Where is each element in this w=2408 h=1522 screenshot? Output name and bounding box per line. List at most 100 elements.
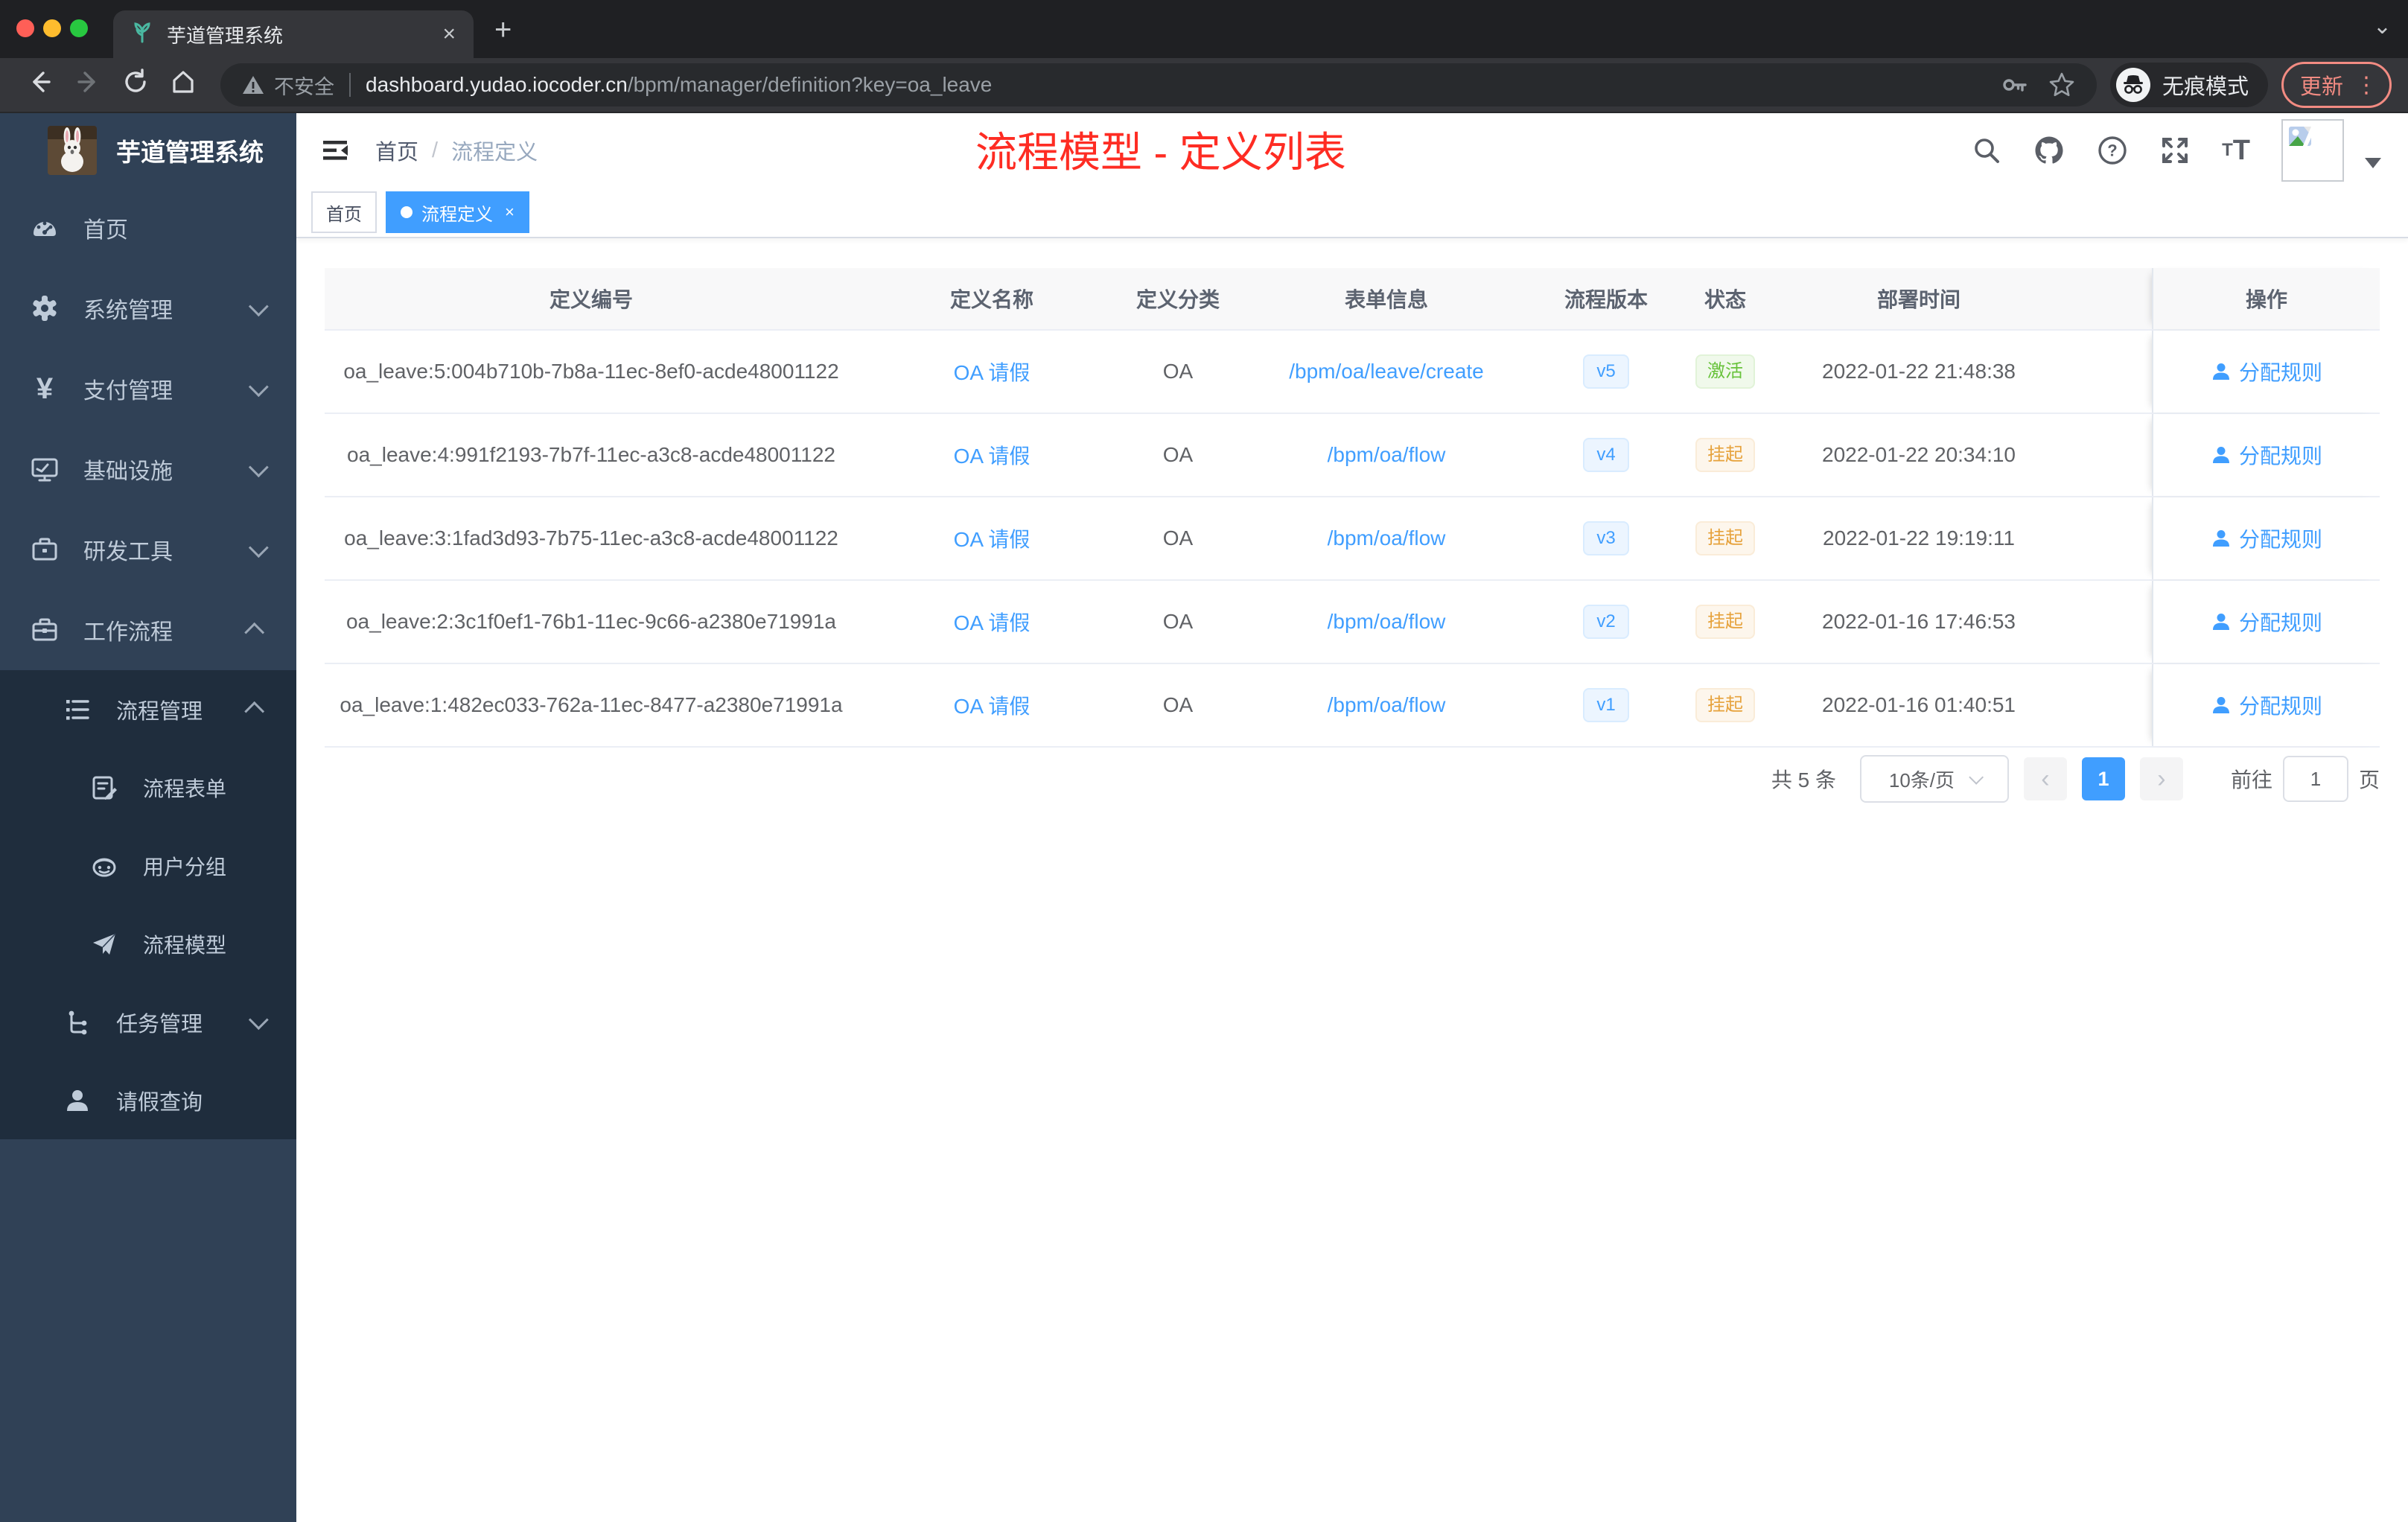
fullscreen-icon[interactable] — [2159, 135, 2191, 166]
version-badge: v2 — [1583, 605, 1629, 639]
navbar-actions: ? TT — [1940, 113, 2381, 188]
forward-icon[interactable] — [64, 69, 112, 102]
form-link[interactable]: /bpm/oa/leave/create — [1289, 360, 1484, 383]
sidebar-item-label: 支付管理 — [83, 379, 173, 404]
sidebar-collapse-icon[interactable] — [320, 136, 350, 165]
goto-page-input[interactable] — [2282, 756, 2348, 802]
form-link[interactable]: /bpm/oa/flow — [1328, 526, 1446, 550]
github-icon[interactable] — [2033, 134, 2065, 167]
goto-label: 前往 — [2230, 768, 2272, 792]
search-icon[interactable] — [1972, 136, 2001, 165]
chevron-down-icon — [248, 537, 269, 558]
sidebar-item-payment[interactable]: ¥ 支付管理 — [0, 348, 296, 429]
assign-rule-button[interactable]: 分配规则 — [2211, 440, 2322, 470]
sidebar-item-label: 首页 — [83, 218, 128, 243]
sidebar-item-label: 工作流程 — [83, 620, 173, 645]
definition-name-link[interactable]: OA 请假 — [954, 357, 1031, 386]
assign-rule-button[interactable]: 分配规则 — [2211, 607, 2322, 637]
new-tab-button[interactable]: + — [494, 15, 512, 45]
assign-rule-button[interactable]: 分配规则 — [2211, 523, 2322, 553]
incognito-badge: 无痕模式 — [2109, 63, 2268, 107]
sidebar-item-task-management[interactable]: 任务管理 — [0, 983, 296, 1061]
tag-home[interactable]: 首页 — [311, 191, 377, 233]
annotation-title: 流程模型 - 定义列表 — [975, 129, 1346, 176]
home-icon[interactable] — [159, 69, 207, 102]
definition-id: oa_leave:5:004b710b-7b8a-11ec-8ef0-acde4… — [343, 360, 839, 383]
address-field[interactable]: 不安全 dashboard.yudao.iocoder.cn /bpm/mana… — [220, 63, 2097, 106]
sidebar-item-infrastructure[interactable]: 基础设施 — [0, 429, 296, 509]
minimize-window-button[interactable] — [43, 19, 61, 37]
password-key-icon[interactable] — [2000, 71, 2028, 99]
chevron-down-icon — [248, 1010, 269, 1031]
version-badge: v4 — [1583, 438, 1629, 472]
sidebar-item-label: 研发工具 — [83, 540, 173, 564]
form-link[interactable]: /bpm/oa/flow — [1328, 693, 1446, 717]
sidebar-logo[interactable]: 芋道管理系统 — [0, 113, 296, 188]
table-body: oa_leave:5:004b710b-7b8a-11ec-8ef0-acde4… — [325, 331, 2380, 748]
sidebar-item-process-model[interactable]: 流程模型 — [0, 905, 296, 983]
sidebar-item-label: 请假查询 — [116, 1090, 203, 1115]
tag-label: 首页 — [326, 204, 362, 225]
sidebar-item-label: 流程管理 — [116, 699, 203, 724]
status-badge: 激活 — [1695, 354, 1755, 389]
sidebar-item-label: 任务管理 — [116, 1012, 203, 1037]
sidebar-item-process-management[interactable]: 流程管理 — [0, 670, 296, 748]
send-icon — [89, 929, 119, 959]
sidebar-item-leave-query[interactable]: 请假查询 — [0, 1061, 296, 1139]
definition-name-link[interactable]: OA 请假 — [954, 607, 1031, 637]
tab-close-icon[interactable]: × — [442, 22, 456, 47]
url-path[interactable]: /bpm/manager/definition?key=oa_leave — [628, 73, 1981, 97]
sidebar: 芋道管理系统 首页 系统管理 ¥ 支付管理 基础设施 研发工具 工作流程 流程管… — [0, 113, 296, 1522]
table-row: oa_leave:1:482ec033-762a-11ec-8477-a2380… — [325, 664, 2380, 748]
page-size-select[interactable]: 10条/页 — [1859, 755, 2009, 803]
next-page-button[interactable]: › — [2139, 757, 2183, 800]
assign-rule-button[interactable]: 分配规则 — [2211, 357, 2322, 386]
assign-rule-button[interactable]: 分配规则 — [2211, 690, 2322, 720]
incognito-icon — [2115, 68, 2150, 102]
reload-icon[interactable] — [112, 68, 159, 102]
form-link[interactable]: /bpm/oa/flow — [1328, 610, 1446, 634]
page-number-button[interactable]: 1 — [2081, 757, 2125, 800]
deploy-time: 2022-01-16 01:40:51 — [1822, 693, 2016, 716]
breadcrumb-current: 流程定义 — [451, 141, 538, 165]
version-badge: v5 — [1583, 354, 1629, 389]
sidebar-item-workflow[interactable]: 工作流程 — [0, 590, 296, 670]
help-icon[interactable]: ? — [2097, 135, 2128, 166]
sidebar-menu: 首页 系统管理 ¥ 支付管理 基础设施 研发工具 工作流程 流程管理 流程表单 … — [0, 188, 296, 1139]
zoom-window-button[interactable] — [70, 19, 88, 37]
browser-tab[interactable]: 芋道管理系统 × — [113, 10, 474, 58]
form-link[interactable]: /bpm/oa/flow — [1328, 443, 1446, 467]
tab-search-chevron-icon[interactable]: ⌄ — [2373, 13, 2392, 39]
sidebar-item-home[interactable]: 首页 — [0, 188, 296, 268]
sidebar-item-user-group[interactable]: 用户分组 — [0, 827, 296, 905]
close-window-button[interactable] — [16, 19, 34, 37]
definition-category: OA — [1162, 443, 1194, 466]
breadcrumb-home[interactable]: 首页 — [375, 135, 418, 166]
sidebar-item-process-form[interactable]: 流程表单 — [0, 748, 296, 827]
active-dot-icon — [401, 206, 413, 218]
table-row: oa_leave:4:991f2193-7b7f-11ec-a3c8-acde4… — [325, 414, 2380, 497]
sidebar-item-devtools[interactable]: 研发工具 — [0, 509, 296, 590]
status-badge: 挂起 — [1695, 688, 1755, 722]
prev-page-button[interactable]: ‹ — [2023, 757, 2067, 800]
update-label: 更新 — [2299, 75, 2343, 99]
font-size-icon[interactable]: TT — [2222, 135, 2250, 167]
tag-process-definition[interactable]: 流程定义 × — [386, 191, 529, 233]
tree-icon — [63, 1007, 92, 1037]
not-secure-label[interactable]: 不安全 — [274, 71, 334, 100]
version-badge: v1 — [1583, 688, 1629, 722]
sidebar-item-system[interactable]: 系统管理 — [0, 268, 296, 348]
avatar[interactable] — [2281, 119, 2344, 182]
url-host[interactable]: dashboard.yudao.iocoder.cn — [366, 73, 628, 97]
definition-name-link[interactable]: OA 请假 — [954, 440, 1031, 470]
back-icon[interactable] — [16, 69, 64, 102]
bookmark-star-icon[interactable] — [2048, 71, 2076, 99]
avatar-dropdown-caret-icon[interactable] — [2365, 158, 2381, 168]
pagination: 共 5 条 10条/页 ‹ 1 › 前往 页 — [325, 755, 2380, 803]
version-badge: v3 — [1583, 521, 1629, 555]
tag-close-icon[interactable]: × — [505, 203, 515, 222]
browser-update-menu-button[interactable]: 更新 ⋮ — [2281, 62, 2392, 108]
definition-name-link[interactable]: OA 请假 — [954, 523, 1031, 553]
definition-name-link[interactable]: OA 请假 — [954, 690, 1031, 720]
tags-view: 首页 流程定义 × — [296, 188, 2408, 238]
